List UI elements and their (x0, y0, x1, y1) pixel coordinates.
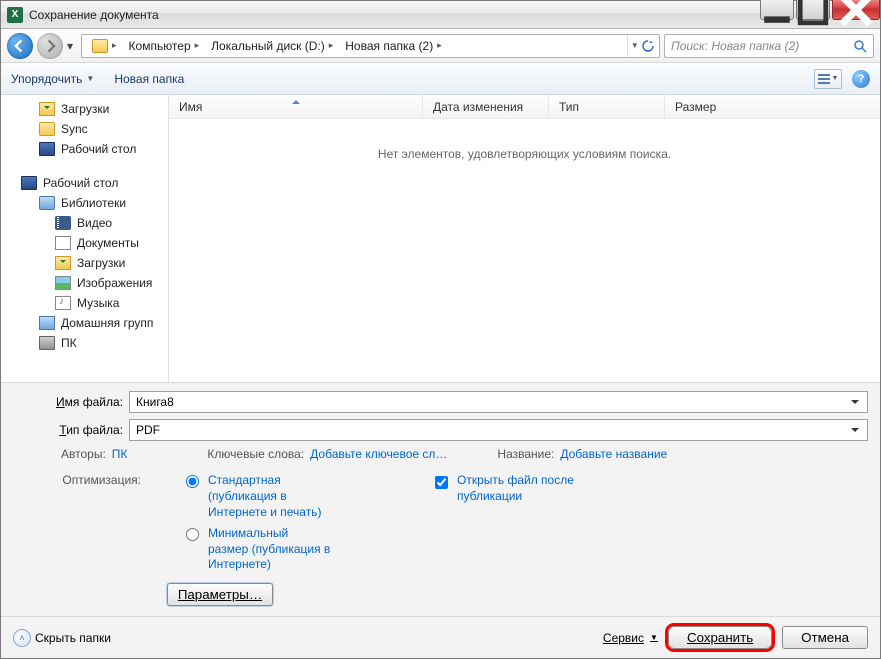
excel-icon: X (7, 7, 23, 23)
file-list-area: Имя Дата изменения Тип Размер Нет элемен… (169, 95, 880, 382)
keywords-value[interactable]: Добавьте ключевое сл… (310, 447, 447, 461)
main-area: Загрузки Sync Рабочий стол Рабочий стол … (1, 95, 880, 382)
tree-videos[interactable]: Видео (1, 213, 168, 233)
organize-button[interactable]: Упорядочить▼ (11, 72, 94, 86)
close-button[interactable] (832, 0, 880, 20)
options-button[interactable]: Параметры… (167, 583, 273, 606)
checkbox-open-after-label: Открыть файл после публикации (457, 473, 597, 504)
crumb-drive-d[interactable]: Локальный диск (D:)▸ (205, 35, 339, 57)
new-folder-button[interactable]: Новая папка (114, 72, 184, 86)
authors-value[interactable]: ПК (112, 447, 128, 461)
filetype-select[interactable]: PDF (129, 419, 868, 441)
search-input[interactable]: Поиск: Новая папка (2) (664, 34, 874, 58)
optimization-label: Оптимизация: (61, 473, 141, 487)
tree-desktop-quick[interactable]: Рабочий стол (1, 139, 168, 159)
column-name[interactable]: Имя (169, 95, 423, 118)
nav-back-button[interactable] (7, 33, 33, 59)
dialog-footer: ˄ Скрыть папки Сервис▼ Сохранить Отмена (1, 616, 880, 658)
nav-history-dropdown[interactable]: ▾ (67, 39, 77, 53)
radio-minimum-label: Минимальный размер (публикация в Интерне… (208, 526, 331, 573)
crumb-root-icon[interactable]: ▸ (86, 35, 123, 57)
tree-lib-downloads[interactable]: Загрузки (1, 253, 168, 273)
navigation-tree[interactable]: Загрузки Sync Рабочий стол Рабочий стол … (1, 95, 169, 382)
tree-downloads[interactable]: Загрузки (1, 99, 168, 119)
radio-standard-input[interactable] (186, 475, 199, 488)
authors-label: Авторы: (61, 447, 106, 461)
column-date[interactable]: Дата изменения (423, 95, 549, 118)
tree-pictures[interactable]: Изображения (1, 273, 168, 293)
filetype-label: Тип файла: (13, 423, 129, 437)
save-dialog-window: X Сохранение документа ▾ ▸ Компьютер▸ Ло… (0, 0, 881, 659)
tree-homegroup[interactable]: Домашняя групп (1, 313, 168, 333)
crumb-folder[interactable]: Новая папка (2)▸ (339, 35, 447, 57)
tree-documents[interactable]: Документы (1, 233, 168, 253)
filename-input[interactable]: Книга8 (129, 391, 868, 413)
tools-dropdown[interactable]: Сервис▼ (603, 631, 658, 645)
command-toolbar: Упорядочить▼ Новая папка ▼ ? (1, 63, 880, 95)
radio-minimum-input[interactable] (186, 528, 199, 541)
address-dropdown[interactable]: ▾ (632, 40, 637, 51)
crumb-computer[interactable]: Компьютер▸ (123, 35, 206, 57)
refresh-icon[interactable] (641, 39, 655, 53)
title-label: Название: (497, 447, 554, 461)
search-icon (853, 39, 867, 53)
titlebar: X Сохранение документа (1, 1, 880, 29)
search-placeholder: Поиск: Новая папка (2) (671, 39, 847, 53)
nav-forward-button[interactable] (37, 33, 63, 59)
window-title: Сохранение документа (29, 8, 159, 22)
hide-folders-label: Скрыть папки (35, 631, 111, 645)
tree-pc[interactable]: ПК (1, 333, 168, 353)
tree-music[interactable]: Музыка (1, 293, 168, 313)
navigation-bar: ▾ ▸ Компьютер▸ Локальный диск (D:)▸ Нова… (1, 29, 880, 63)
tree-sync[interactable]: Sync (1, 119, 168, 139)
empty-folder-message: Нет элементов, удовлетворяющих условиям … (169, 147, 880, 161)
minimize-button[interactable] (760, 0, 794, 20)
checkbox-open-after[interactable]: Открыть файл после публикации (431, 473, 597, 504)
save-details-panel: Имя файла: Книга8 Тип файла: PDF Авторы:… (1, 382, 880, 616)
tree-desktop-root[interactable]: Рабочий стол (1, 173, 168, 193)
radio-minimum[interactable]: Минимальный размер (публикация в Интерне… (181, 526, 331, 573)
radio-standard[interactable]: Стандартная (публикация в Интернете и пе… (181, 473, 331, 520)
chevron-up-icon: ˄ (13, 629, 31, 647)
cancel-button[interactable]: Отмена (782, 626, 868, 649)
maximize-button[interactable] (796, 0, 830, 20)
column-size[interactable]: Размер (665, 95, 880, 118)
view-options-button[interactable]: ▼ (814, 69, 842, 89)
tree-libraries[interactable]: Библиотеки (1, 193, 168, 213)
filename-label: Имя файла: (13, 395, 129, 409)
help-icon[interactable]: ? (852, 70, 870, 88)
title-value[interactable]: Добавьте название (560, 447, 667, 461)
address-breadcrumb[interactable]: ▸ Компьютер▸ Локальный диск (D:)▸ Новая … (81, 34, 660, 58)
hide-folders-toggle[interactable]: ˄ Скрыть папки (13, 629, 111, 647)
save-button[interactable]: Сохранить (668, 626, 772, 649)
checkbox-open-after-input[interactable] (435, 476, 448, 489)
column-headers: Имя Дата изменения Тип Размер (169, 95, 880, 119)
column-type[interactable]: Тип (549, 95, 665, 118)
keywords-label: Ключевые слова: (207, 447, 304, 461)
radio-standard-label: Стандартная (публикация в Интернете и пе… (208, 473, 331, 520)
